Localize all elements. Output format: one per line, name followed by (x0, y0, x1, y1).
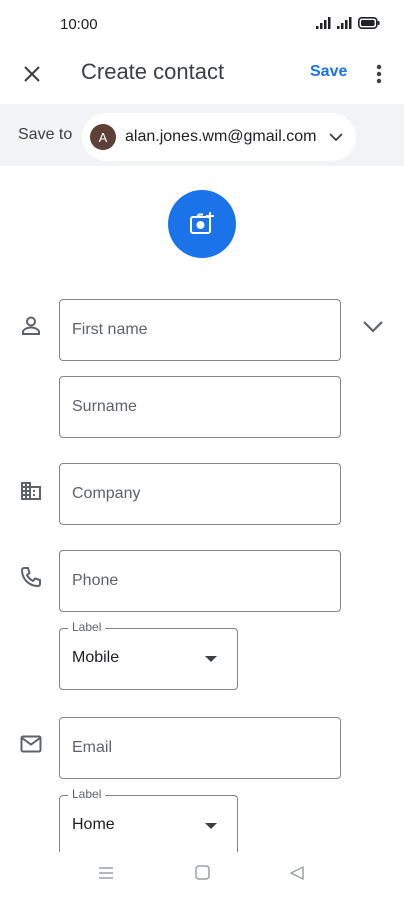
save-button[interactable]: Save (310, 63, 347, 81)
phone-label-value: Mobile (72, 649, 120, 666)
add-photo-icon (190, 212, 214, 234)
save-to-label: Save to (18, 126, 73, 143)
first-name-field[interactable]: First name (59, 299, 341, 361)
nav-menu-icon[interactable] (98, 866, 114, 880)
phone-label-legend: Label (68, 620, 106, 634)
close-icon (24, 66, 40, 82)
email-label-value: Home (72, 816, 115, 833)
nav-home-icon[interactable] (195, 865, 210, 880)
email-field[interactable]: Email (59, 717, 341, 779)
chevron-down-icon (329, 133, 343, 142)
avatar: A (90, 124, 116, 150)
company-placeholder: Company (72, 485, 141, 502)
nav-back-icon[interactable] (289, 865, 305, 881)
first-name-placeholder: First name (72, 321, 148, 338)
dropdown-arrow-icon (205, 823, 217, 829)
signal-icon (316, 17, 331, 29)
surname-placeholder: Surname (72, 398, 137, 415)
signal-icon (337, 17, 352, 29)
phone-field[interactable]: Phone (59, 550, 341, 612)
person-icon (22, 316, 40, 335)
dropdown-arrow-icon (205, 656, 217, 662)
chevron-down-icon (363, 321, 383, 333)
expand-name-button[interactable] (360, 313, 386, 339)
email-placeholder: Email (72, 739, 113, 756)
page-title: Create contact (81, 59, 225, 84)
surname-field[interactable]: Surname (59, 376, 341, 438)
status-icons (316, 17, 380, 29)
status-time: 10:00 (60, 16, 98, 33)
company-field[interactable]: Company (59, 463, 341, 525)
account-email: alan.jones.wm@gmail.com (125, 128, 317, 145)
add-photo-button[interactable] (168, 190, 236, 258)
email-label-legend: Label (68, 787, 106, 801)
account-selector[interactable]: A alan.jones.wm@gmail.com (82, 113, 356, 161)
save-to-bar: Save to A alan.jones.wm@gmail.com (0, 104, 404, 166)
system-nav-bar (0, 852, 404, 897)
app-bar: Create contact Save (0, 50, 404, 104)
more-options-button[interactable] (370, 60, 388, 88)
status-bar: 10:00 (0, 0, 404, 50)
email-icon (20, 735, 42, 753)
battery-icon (358, 17, 380, 29)
phone-placeholder: Phone (72, 572, 119, 589)
phone-label-select[interactable]: Label Mobile (59, 620, 238, 690)
email-label-select[interactable]: Label Home (59, 787, 238, 857)
close-button[interactable] (18, 60, 46, 88)
business-icon (21, 482, 41, 500)
more-vert-icon (376, 64, 382, 84)
phone-icon (21, 567, 41, 587)
